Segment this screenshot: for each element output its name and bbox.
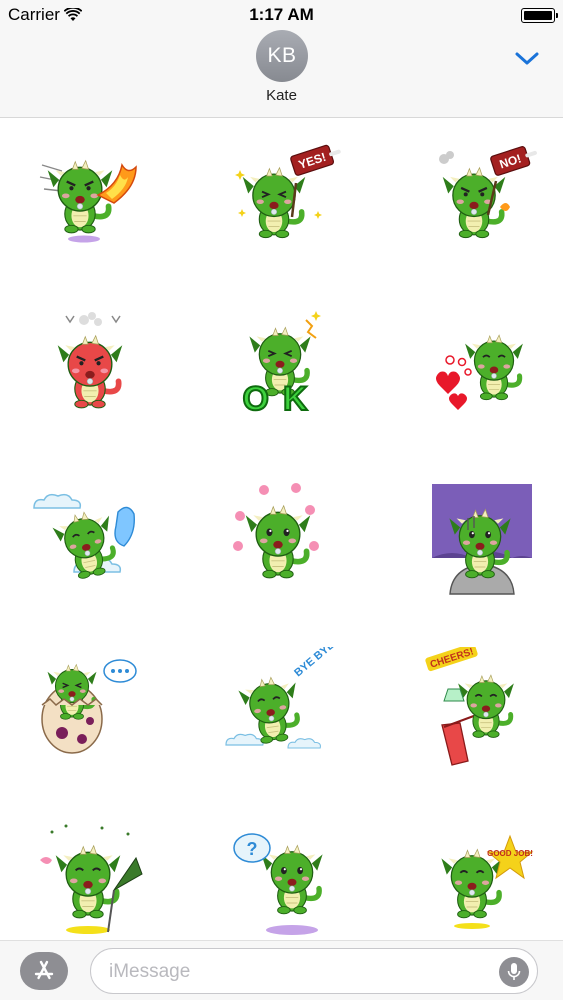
dragon-cheering-flag-image: [40, 824, 143, 934]
sticker-dragon-question[interactable]: ?: [222, 818, 342, 938]
battery-icon: [521, 8, 558, 23]
sticker-dragon-no-sign[interactable]: NO!: [422, 135, 542, 255]
message-placeholder: iMessage: [109, 961, 191, 982]
sticker-dragon-shocked-rock[interactable]: [422, 476, 542, 596]
battery-level: [524, 11, 552, 20]
dragon-crying-flowers-image: [233, 483, 319, 579]
sticker-dragon-yes-sign[interactable]: YES!: [222, 135, 342, 255]
chevron-down-icon[interactable]: [513, 48, 541, 68]
dragon-question-image: ?: [233, 833, 323, 935]
dragon-angry-red-image: [57, 312, 123, 409]
message-input[interactable]: iMessage: [90, 948, 538, 994]
contact-name[interactable]: Kate: [0, 87, 563, 104]
sticker-dragon-angry-red[interactable]: [32, 306, 152, 426]
app-store-icon: [34, 960, 54, 980]
sticker-dragon-fire-breath[interactable]: [32, 135, 152, 255]
sticker-dragon-good-job[interactable]: GOOD JOB!: [422, 818, 542, 938]
dragon-no-sign-image: NO!: [439, 146, 537, 239]
dragon-sleeping-ghost-image: [33, 493, 135, 579]
sticker-dragon-cheering-flag[interactable]: [32, 818, 152, 938]
dragon-egg-hatching-image: [41, 659, 137, 754]
sticker-dragon-bye-bye[interactable]: BYE BYE!: [222, 637, 342, 767]
dragon-cheers-image: CHEERS!: [425, 643, 514, 766]
microphone-icon: [507, 963, 521, 980]
sticker-dragon-sleeping-ghost[interactable]: [32, 476, 152, 596]
composer-bar: iMessage: [0, 940, 563, 1000]
mic-button[interactable]: [499, 957, 529, 987]
sticker-dragon-cheers[interactable]: CHEERS!: [422, 643, 542, 767]
dragon-hearts-image: [436, 334, 523, 410]
dragon-fire-breath-image: [39, 159, 137, 243]
dragon-ok-image: OK: [242, 311, 322, 419]
sticker-dragon-crying-flowers[interactable]: [222, 476, 342, 596]
svg-text:?: ?: [247, 839, 258, 859]
conversation-header: KB Kate: [0, 30, 563, 118]
dragon-shocked-rock-image: [432, 484, 532, 595]
dragon-bye-bye-image: BYE BYE!: [225, 637, 340, 749]
sticker-dragon-hearts[interactable]: [422, 306, 542, 426]
svg-text:BYE BYE!: BYE BYE!: [292, 647, 340, 679]
dragon-good-job-image: GOOD JOB!: [441, 834, 534, 929]
sticker-dragon-egg-hatching[interactable]: [32, 647, 152, 767]
avatar[interactable]: KB: [256, 30, 308, 82]
status-bar: Carrier 1:17 AM: [0, 0, 563, 30]
dragon-yes-sign-image: YES!: [235, 144, 341, 239]
app-store-button[interactable]: [20, 952, 68, 990]
sticker-grid: YES! NO! OK BYE BYE! CHEERS! ? GOOD JOB!: [0, 119, 563, 939]
svg-text:GOOD JOB!: GOOD JOB!: [487, 849, 533, 858]
status-time: 1:17 AM: [249, 5, 314, 24]
sticker-dragon-ok[interactable]: OK: [222, 306, 342, 426]
svg-text:OK: OK: [243, 380, 322, 418]
